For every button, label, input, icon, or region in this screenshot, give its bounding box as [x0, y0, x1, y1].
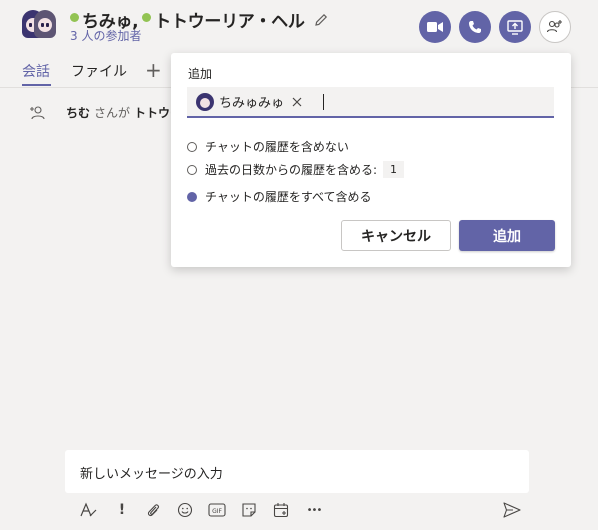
- attach-icon[interactable]: [144, 501, 162, 519]
- group-avatar: [22, 10, 56, 42]
- selected-person-chip: ちみゅみゅ: [196, 92, 303, 111]
- system-message-text: さんが: [94, 106, 131, 120]
- presence-available-icon: [142, 13, 152, 22]
- person-added-icon: [30, 105, 45, 119]
- radio-button[interactable]: [187, 164, 197, 175]
- video-call-button[interactable]: [419, 11, 451, 43]
- radio-button-selected[interactable]: [187, 191, 197, 202]
- option-label: 過去の日数からの履歴を含める:: [205, 163, 378, 177]
- schedule-meeting-icon[interactable]: [272, 501, 290, 519]
- add-people-icon: [546, 20, 562, 33]
- more-options-icon[interactable]: •••: [304, 501, 324, 519]
- video-call-icon: [427, 22, 443, 32]
- gif-icon[interactable]: GIF: [208, 501, 226, 519]
- edit-pencil-icon[interactable]: [313, 12, 329, 28]
- people-picker-input[interactable]: ちみゅみゅ: [187, 87, 554, 118]
- sticker-icon[interactable]: [240, 501, 258, 519]
- history-option-days[interactable]: 過去の日数からの履歴を含める: 1: [187, 161, 405, 178]
- add-people-button[interactable]: [539, 11, 571, 43]
- chip-avatar: [196, 92, 214, 111]
- add-button[interactable]: 追加: [459, 220, 555, 251]
- audio-call-button[interactable]: [459, 11, 491, 43]
- share-screen-icon: [507, 19, 523, 35]
- send-icon[interactable]: [503, 502, 521, 518]
- chip-name: ちみゅみゅ: [219, 96, 285, 111]
- format-icon[interactable]: [80, 501, 98, 519]
- history-option-none[interactable]: チャットの履歴を含めない: [187, 138, 349, 155]
- emoji-icon[interactable]: [176, 501, 194, 519]
- important-icon[interactable]: !: [113, 501, 131, 519]
- system-message-actor: ちむ: [66, 106, 91, 120]
- gif-label: GIF: [212, 508, 222, 515]
- presence-available-icon: [70, 13, 79, 22]
- history-option-all[interactable]: チャットの履歴をすべて含める: [187, 188, 372, 205]
- audio-call-icon: [469, 21, 481, 33]
- tab-conversation[interactable]: 会話: [22, 61, 50, 81]
- system-message: ちむ さんが トトウー: [30, 104, 182, 121]
- active-tab-indicator: [22, 84, 51, 86]
- text-cursor: [323, 93, 325, 110]
- tab-files[interactable]: ファイル: [71, 61, 127, 81]
- member-name-2: トトウーリア・ヘル: [154, 12, 305, 32]
- option-label: チャットの履歴をすべて含める: [205, 190, 372, 204]
- message-compose-input[interactable]: 新しいメッセージの入力: [65, 450, 529, 493]
- close-icon[interactable]: [291, 96, 303, 108]
- cancel-button[interactable]: キャンセル: [341, 220, 451, 251]
- add-tab-plus-icon[interactable]: +: [145, 58, 162, 82]
- option-label: チャットの履歴を含めない: [205, 140, 349, 154]
- share-screen-button[interactable]: [499, 11, 531, 43]
- participants-count[interactable]: 3 人の参加者: [70, 27, 141, 44]
- days-input[interactable]: 1: [383, 161, 405, 178]
- dialog-label: 追加: [188, 67, 213, 81]
- add-people-dialog: 追加 ちみゅみゅ チャットの履歴を含めない 過去の日数からの履歴を含める: 1 …: [171, 53, 571, 267]
- radio-button[interactable]: [187, 141, 197, 152]
